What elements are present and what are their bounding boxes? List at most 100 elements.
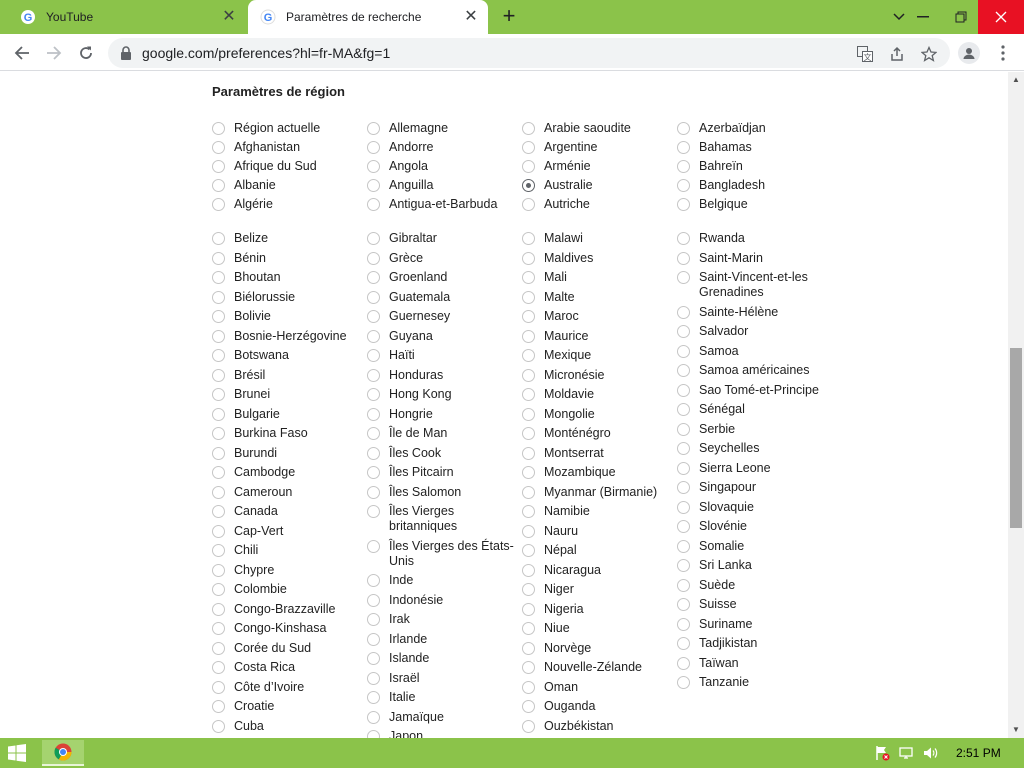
region-option-iles-vierges-des-etats-unis[interactable]: Îles Vierges des États-Unis	[367, 539, 517, 569]
radio-button[interactable]	[677, 559, 690, 572]
region-option-honduras[interactable]: Honduras	[367, 368, 517, 383]
region-option-senegal[interactable]: Sénégal	[677, 402, 827, 417]
region-option-malawi[interactable]: Malawi	[522, 231, 672, 246]
radio-button[interactable]	[677, 539, 690, 553]
scrollbar-thumb[interactable]	[1010, 348, 1022, 528]
radio-button[interactable]	[677, 251, 690, 265]
region-option-belize[interactable]: Belize	[212, 231, 362, 246]
radio-button[interactable]	[212, 524, 225, 538]
restore-icon[interactable]	[942, 0, 980, 34]
region-option-guyana[interactable]: Guyana	[367, 329, 517, 344]
region-option-botswana[interactable]: Botswana	[212, 348, 362, 363]
radio-button[interactable]	[212, 160, 225, 173]
radio-button[interactable]	[677, 305, 690, 319]
radio-button[interactable]	[522, 310, 535, 323]
radio-button[interactable]	[367, 290, 380, 304]
region-option-niger[interactable]: Niger	[522, 582, 672, 597]
region-option-maurice[interactable]: Maurice	[522, 329, 672, 344]
close-icon[interactable]: ✕	[462, 8, 480, 26]
region-option-myanmar-birmanie[interactable]: Myanmar (Birmanie)	[522, 485, 672, 500]
radio-button[interactable]	[677, 461, 690, 475]
radio-button[interactable]	[367, 329, 380, 343]
region-option-bahrein[interactable]: Bahreïn	[677, 159, 827, 174]
region-option-bahamas[interactable]: Bahamas	[677, 140, 827, 155]
region-option-saint-marin[interactable]: Saint-Marin	[677, 251, 827, 266]
region-option-irlande[interactable]: Irlande	[367, 632, 517, 647]
radio-button[interactable]	[212, 583, 225, 596]
radio-button[interactable]	[212, 271, 225, 284]
lock-icon[interactable]	[120, 46, 132, 65]
region-option-cuba[interactable]: Cuba	[212, 719, 362, 734]
region-option-iles-cook[interactable]: Îles Cook	[367, 446, 517, 461]
speaker-icon[interactable]	[922, 745, 938, 761]
radio-button[interactable]	[522, 141, 535, 154]
region-option-sri-lanka[interactable]: Sri Lanka	[677, 558, 827, 573]
region-option-suede[interactable]: Suède	[677, 578, 827, 593]
radio-button[interactable]	[367, 613, 380, 626]
star-icon[interactable]	[920, 45, 938, 63]
region-option-maroc[interactable]: Maroc	[522, 309, 672, 324]
region-option-taiwan[interactable]: Taïwan	[677, 656, 827, 671]
region-option-congo-brazzaville[interactable]: Congo-Brazzaville	[212, 602, 362, 617]
radio-button[interactable]	[212, 602, 225, 616]
radio-button[interactable]	[212, 329, 225, 343]
region-option-afghanistan[interactable]: Afghanistan	[212, 140, 362, 155]
radio-button[interactable]	[522, 446, 535, 460]
radio-button[interactable]	[367, 141, 380, 154]
region-option-region-actuelle[interactable]: Région actuelle	[212, 121, 362, 136]
radio-button[interactable]	[677, 676, 690, 689]
radio-button[interactable]	[677, 598, 690, 611]
region-option-bulgarie[interactable]: Bulgarie	[212, 407, 362, 422]
reload-icon[interactable]	[72, 39, 100, 67]
region-option-rwanda[interactable]: Rwanda	[677, 231, 827, 246]
region-option-nepal[interactable]: Népal	[522, 543, 672, 558]
region-option-norvege[interactable]: Norvège	[522, 641, 672, 656]
radio-button[interactable]	[677, 325, 690, 338]
minimize-icon[interactable]	[904, 0, 942, 34]
radio-button[interactable]	[522, 122, 535, 135]
radio-button[interactable]	[522, 349, 535, 362]
region-option-andorre[interactable]: Andorre	[367, 140, 517, 155]
region-option-samoa-americaines[interactable]: Samoa américaines	[677, 363, 827, 378]
radio-button[interactable]	[367, 388, 380, 401]
radio-button[interactable]	[212, 641, 225, 655]
flag-icon[interactable]	[874, 745, 890, 761]
radio-button[interactable]	[367, 710, 380, 724]
scroll-up-arrow-icon[interactable]: ▲	[1008, 72, 1024, 88]
radio-button[interactable]	[367, 271, 380, 284]
network-icon[interactable]	[898, 745, 914, 761]
radio-button[interactable]	[522, 427, 535, 440]
radio-button[interactable]	[522, 622, 535, 635]
radio-button[interactable]	[212, 368, 225, 382]
radio-button[interactable]	[367, 122, 380, 135]
region-option-nicaragua[interactable]: Nicaragua	[522, 563, 672, 578]
radio-button[interactable]	[677, 122, 690, 135]
radio-button[interactable]	[212, 232, 225, 245]
region-option-malte[interactable]: Malte	[522, 290, 672, 305]
region-option-salvador[interactable]: Salvador	[677, 324, 827, 339]
region-option-italie[interactable]: Italie	[367, 690, 517, 705]
region-option-irak[interactable]: Irak	[367, 612, 517, 627]
region-option-samoa[interactable]: Samoa	[677, 344, 827, 359]
radio-button[interactable]	[522, 700, 535, 713]
region-option-antigua-et-barbuda[interactable]: Antigua-et-Barbuda	[367, 197, 517, 212]
region-option-autriche[interactable]: Autriche	[522, 197, 672, 212]
radio-button[interactable]	[212, 349, 225, 362]
radio-button[interactable]	[522, 661, 535, 674]
radio-button[interactable]	[367, 574, 380, 587]
radio-button[interactable]	[522, 290, 535, 304]
region-option-cambodge[interactable]: Cambodge	[212, 465, 362, 480]
region-option-brunei[interactable]: Brunei	[212, 387, 362, 402]
radio-button[interactable]	[212, 179, 225, 192]
radio-button[interactable]	[212, 544, 225, 557]
region-option-costa-rica[interactable]: Costa Rica	[212, 660, 362, 675]
radio-button[interactable]	[367, 593, 380, 607]
radio-button[interactable]	[522, 329, 535, 343]
radio-button[interactable]	[367, 160, 380, 173]
radio-button[interactable]	[212, 661, 225, 674]
region-option-israel[interactable]: Israël	[367, 671, 517, 686]
region-option-cote-d-ivoire[interactable]: Côte d’Ivoire	[212, 680, 362, 695]
radio-button[interactable]	[212, 251, 225, 265]
region-option-bangladesh[interactable]: Bangladesh	[677, 178, 827, 193]
radio-button[interactable]	[677, 364, 690, 377]
